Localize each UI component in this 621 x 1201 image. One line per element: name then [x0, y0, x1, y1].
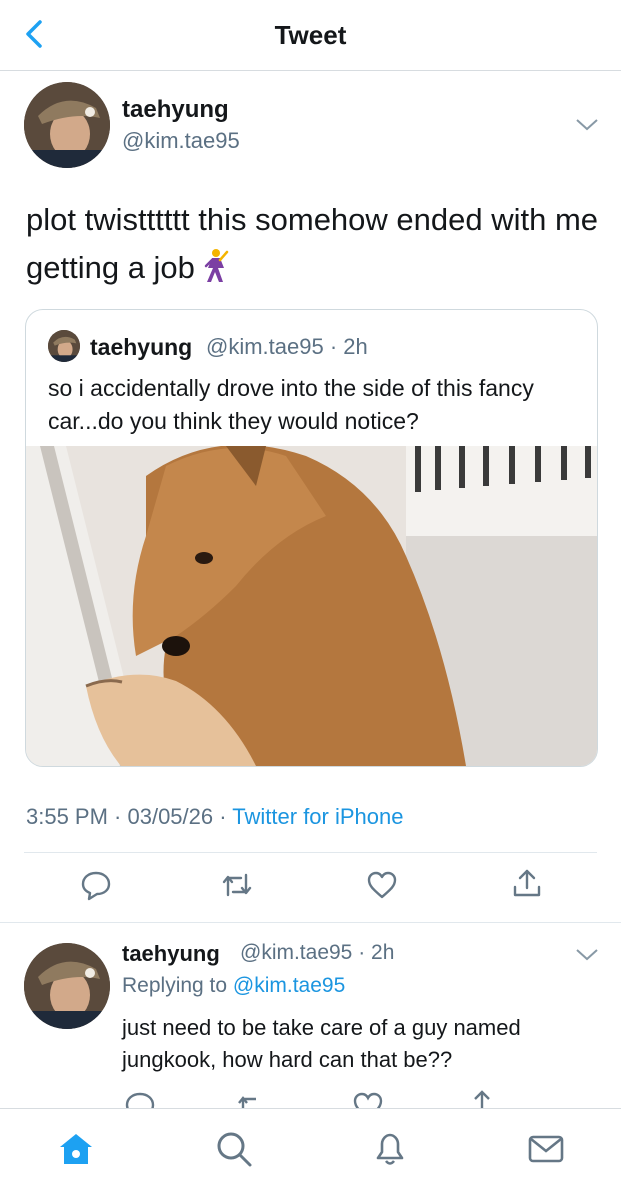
avatar-image: [24, 82, 110, 168]
divider: [24, 852, 597, 853]
quote-author-handle: @kim.tae95 · 2h: [206, 334, 368, 359]
share-icon[interactable]: [511, 867, 543, 899]
retweet-icon[interactable]: [221, 869, 253, 901]
home-icon[interactable]: [56, 1129, 96, 1169]
replying-to: Replying to @kim.tae95: [122, 974, 345, 998]
quote-avatar-image: [48, 330, 80, 362]
chevron-down-icon[interactable]: [574, 117, 600, 133]
reply-author-name[interactable]: taehyung: [122, 941, 220, 967]
reply-chevron-down-icon[interactable]: [574, 947, 600, 963]
man-dancing-icon: [203, 248, 229, 298]
bottom-tab-bar: [0, 1108, 621, 1201]
tweet-meta: 3:55 PM · 03/05/26 · Twitter for iPhone: [26, 804, 403, 830]
reply-icon[interactable]: [80, 869, 112, 901]
like-icon[interactable]: [366, 869, 398, 901]
author-handle[interactable]: @kim.tae95: [122, 128, 240, 154]
quoted-tweet-card[interactable]: taehyung @kim.tae95 · 2h so i accidental…: [25, 309, 598, 767]
author-name[interactable]: taehyung: [122, 96, 229, 124]
meta-separator: ·: [219, 804, 227, 829]
quote-avatar: [48, 330, 80, 362]
tweet-text: plot twistttttt this somehow ended with …: [26, 196, 606, 298]
tweet-source-link[interactable]: Twitter for iPhone: [232, 804, 403, 829]
notifications-icon[interactable]: [370, 1129, 410, 1169]
search-icon[interactable]: [214, 1129, 254, 1169]
reply-text: just need to be take care of a guy named…: [122, 1015, 521, 1072]
replying-to-prefix: Replying to: [122, 974, 228, 997]
page-title: Tweet: [274, 20, 347, 50]
quote-text: so i accidentally drove into the side of…: [48, 375, 534, 434]
top-nav-bar: Tweet: [0, 0, 621, 71]
quote-media-image[interactable]: [26, 446, 597, 766]
messages-icon[interactable]: [526, 1129, 566, 1169]
tweet-body: plot twistttttt this somehow ended with …: [26, 202, 599, 285]
replying-to-link[interactable]: @kim.tae95: [233, 974, 345, 997]
reply-author-handle[interactable]: @kim.tae95 · 2h: [240, 941, 394, 965]
reply-avatar[interactable]: [24, 943, 110, 1029]
divider: [0, 922, 621, 923]
tweet-timestamp: 3:55 PM · 03/05/26: [26, 804, 214, 829]
quote-author-name: taehyung: [90, 334, 193, 360]
avatar[interactable]: [24, 82, 110, 168]
reply-avatar-image: [24, 943, 110, 1029]
